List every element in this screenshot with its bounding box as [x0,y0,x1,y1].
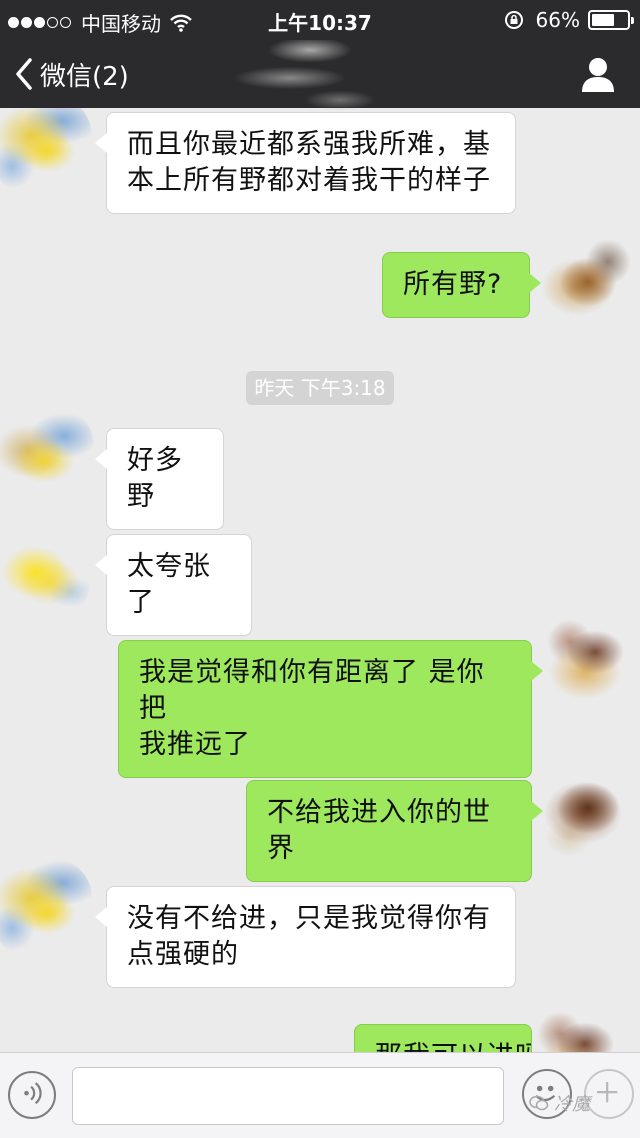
contact-avatar[interactable] [0,108,92,196]
message-line: 我是觉得和你有距离了 是你把 [139,657,485,724]
message-line: 没有不给进，只是我觉得你有 [127,903,491,934]
message-line: 点强硬的 [127,939,239,970]
redacted-title [220,40,390,110]
my-avatar[interactable] [538,758,638,858]
more-button[interactable] [584,1069,634,1119]
back-button[interactable]: 微信(2) [14,54,129,94]
message-bubble-outgoing[interactable]: 我是觉得和你有距离了 是你把 我推远了 [118,640,543,778]
contact-avatar[interactable] [0,522,90,622]
nav-bar: 微信(2) [0,40,640,110]
message-bubble-incoming[interactable]: 太夸张了 [95,534,252,636]
message-line: 我推远了 [139,729,251,760]
message-line: 本上所有野都对着我干的样子 [127,165,491,196]
my-avatar[interactable] [538,232,638,332]
message-bubble-incoming[interactable]: 没有不给进，只是我觉得你有 点强硬的 [95,886,516,988]
status-bar: 中国移动 上午10:37 66% [0,0,640,40]
chat-screen: 中国移动 上午10:37 66% 微信(2) 而且你最近都系强我所难，基 本上所… [0,0,640,1138]
contact-avatar[interactable] [0,406,94,506]
chevron-left-icon [16,58,32,90]
message-bubble-incoming[interactable]: 而且你最近都系强我所难，基 本上所有野都对着我干的样子 [95,112,516,214]
message-bubble-outgoing[interactable]: 那我可以进吗 [354,1024,532,1052]
watermark: 冷魔 [528,1090,590,1116]
my-avatar[interactable] [530,1004,630,1052]
battery-fill [592,14,614,26]
status-right: 66% [504,8,634,32]
rotation-lock-icon [504,11,523,29]
message-line: 好多野 [127,445,183,512]
watermark-text: 冷魔 [554,1094,590,1115]
battery-icon [588,10,634,30]
person-icon[interactable] [578,54,618,94]
wechat-logo-icon [529,1095,549,1111]
message-bubble-outgoing[interactable]: 不给我进入你的世界 [246,780,543,882]
voice-icon [24,1082,42,1105]
message-line: 不给我进入你的世界 [267,797,491,864]
timestamp-label: 昨天 下午3:18 [246,371,394,405]
message-line: 那我可以进吗 [375,1039,531,1052]
message-input[interactable] [72,1067,504,1125]
battery-percent: 66% [535,8,580,32]
voice-button[interactable] [8,1071,56,1119]
plus-icon [597,1082,618,1103]
message-line: 太夸张了 [127,551,211,618]
back-label: 微信(2) [40,61,129,92]
message-bubble-outgoing[interactable]: 所有野? [382,252,541,318]
contact-avatar[interactable] [0,858,92,958]
message-line: 而且你最近都系强我所难，基 [127,129,491,160]
my-avatar[interactable] [540,612,640,712]
message-list[interactable]: 而且你最近都系强我所难，基 本上所有野都对着我干的样子 所有野? 昨天 下午3:… [0,108,640,1052]
message-line: 所有野? [403,269,503,300]
message-bubble-incoming[interactable]: 好多野 [95,428,224,530]
